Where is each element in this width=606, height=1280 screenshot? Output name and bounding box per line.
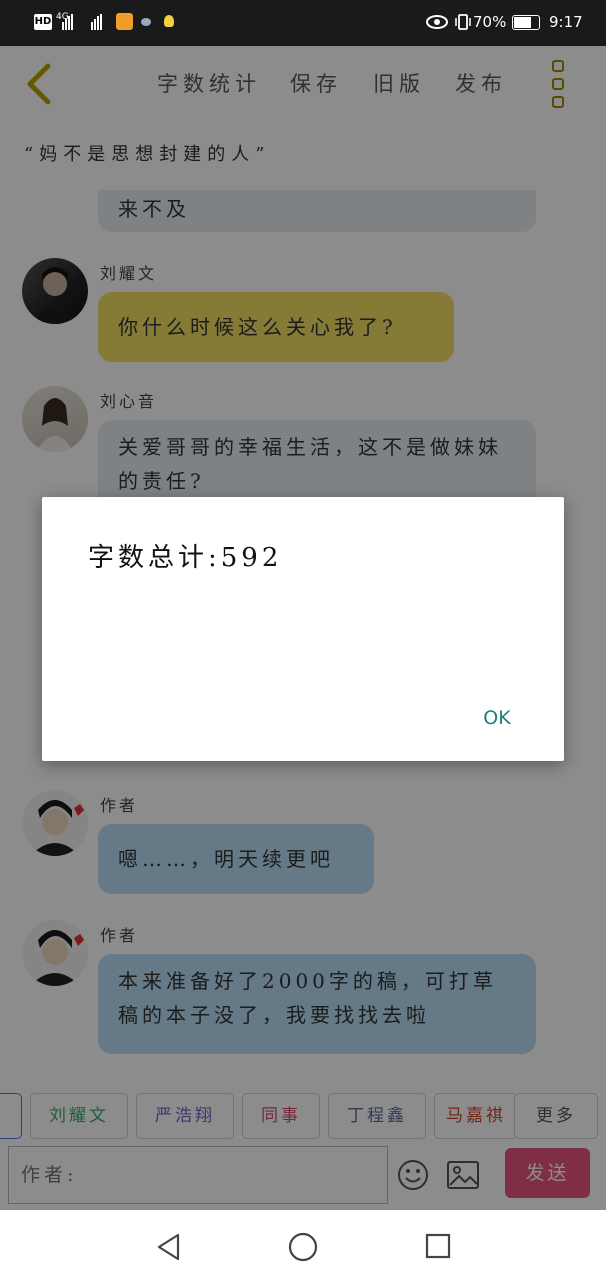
vibrate-icon: [455, 14, 471, 30]
system-nav-bar: [0, 1210, 606, 1280]
signal-icon-2: [91, 14, 102, 30]
video-app-icon: [116, 13, 133, 30]
nav-recents-icon[interactable]: [424, 1232, 452, 1260]
status-bar: HD 4G 70% 9:17: [0, 0, 606, 46]
planet-icon: [141, 18, 151, 26]
eye-icon: [426, 15, 448, 29]
word-count-dialog: 字数总计:592 OK: [42, 497, 564, 761]
bulb-icon: [164, 15, 174, 27]
nav-home-icon[interactable]: [287, 1231, 319, 1263]
hd-indicator: HD: [34, 14, 52, 30]
battery-percent: 70%: [473, 13, 507, 31]
nav-back-icon[interactable]: [154, 1232, 184, 1262]
network-type: 4G: [56, 12, 69, 22]
clock: 9:17: [549, 13, 583, 31]
dialog-message: 字数总计:592: [88, 543, 283, 573]
dialog-ok-button[interactable]: OK: [472, 701, 522, 735]
battery-icon: [512, 15, 540, 30]
